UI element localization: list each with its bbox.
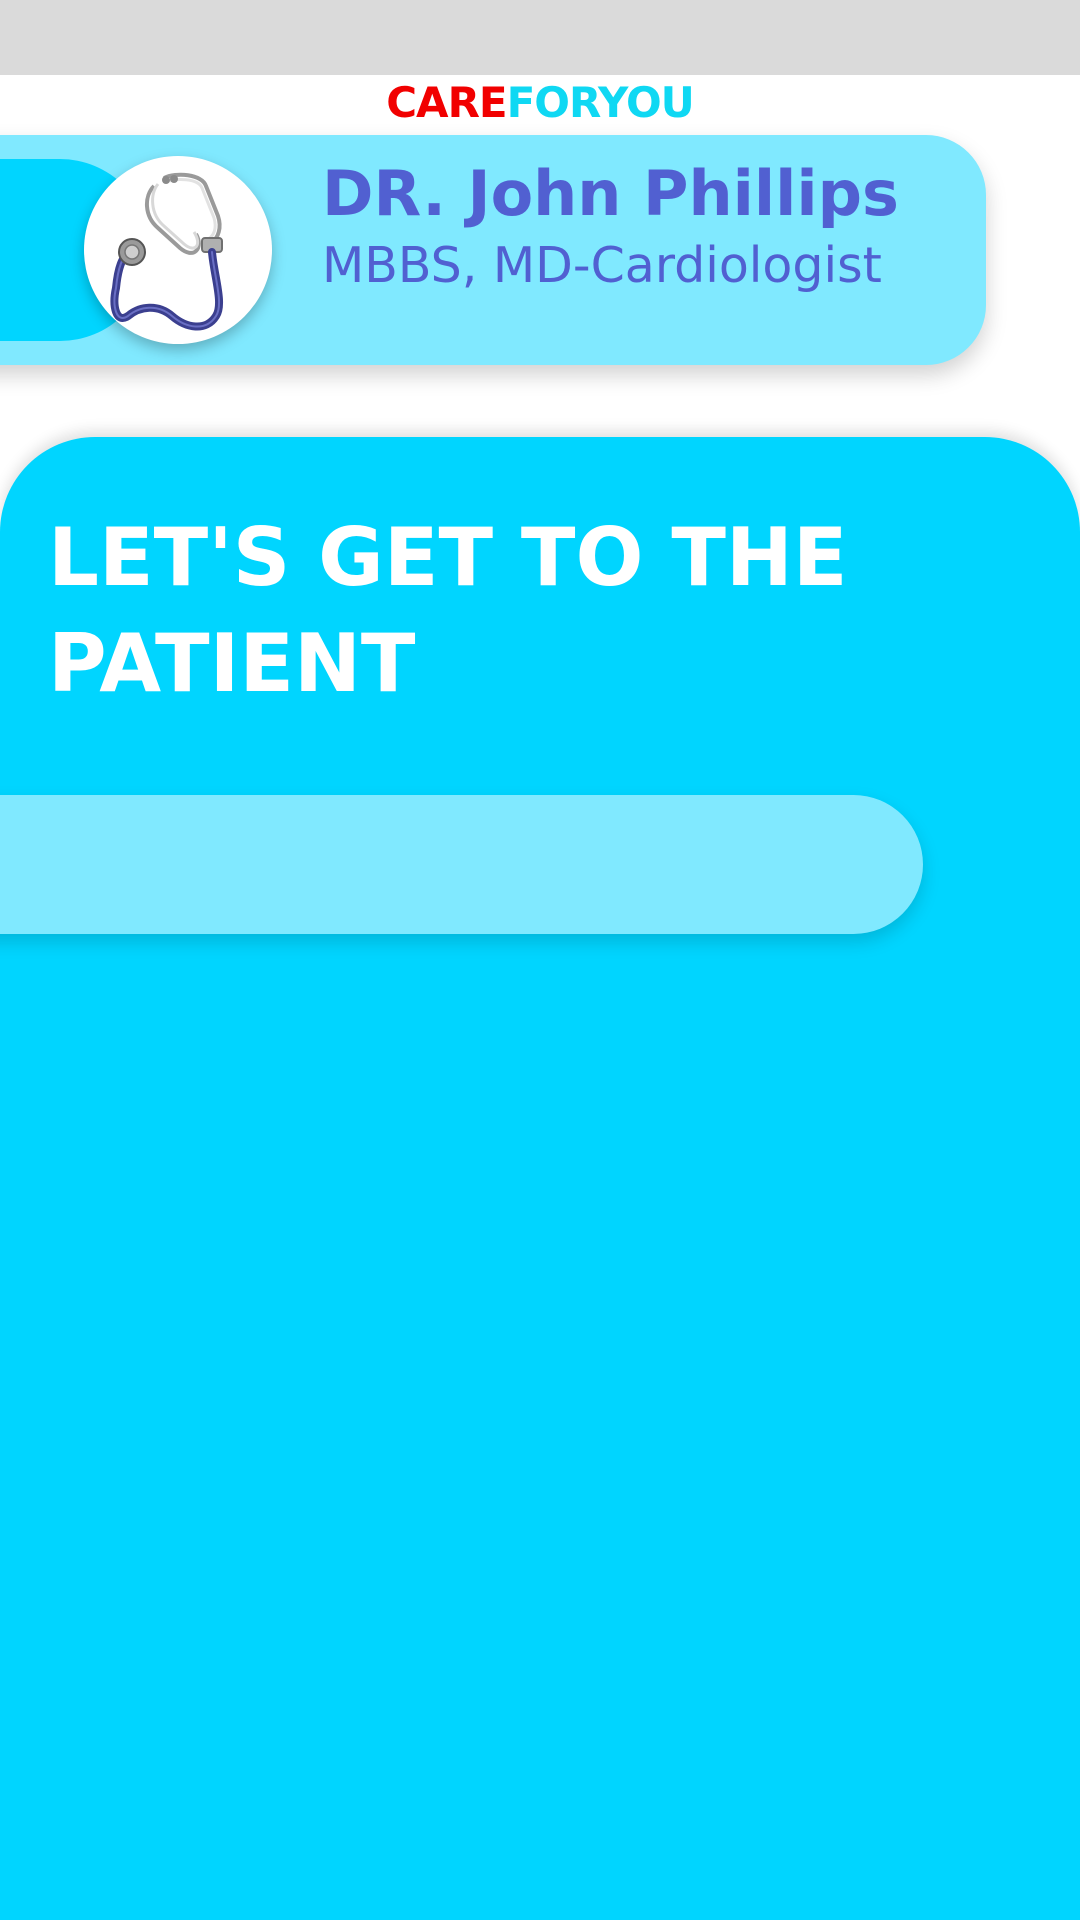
main-panel: LET'S GET TO THE PATIENT [0,437,1080,1920]
patient-action-bar[interactable] [0,795,923,934]
doctor-name: DR. John Phillips [322,157,899,230]
logo-text-care: CARE [386,78,507,127]
app-logo: CAREFORYOU [0,78,1080,128]
logo-text-foryou: FORYOU [506,78,695,127]
status-bar [0,0,1080,75]
page-headline: LET'S GET TO THE PATIENT [48,511,848,710]
stethoscope-icon [110,172,223,331]
doctor-degree: MBBS, MD-Cardiologist [322,237,882,294]
doctor-avatar[interactable] [84,156,272,344]
